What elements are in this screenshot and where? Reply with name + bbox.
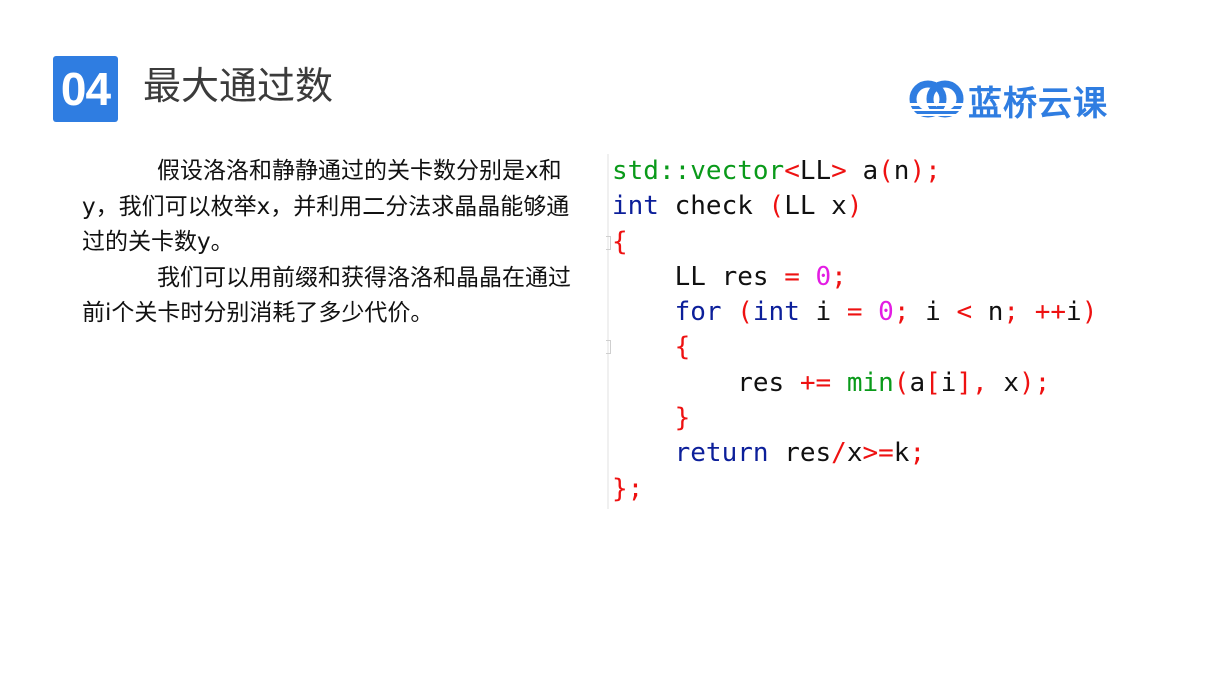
code-token: 0 xyxy=(878,297,894,328)
code-token: i xyxy=(1066,297,1082,328)
code-token: < xyxy=(956,297,973,328)
code-token: / xyxy=(831,438,847,469)
code-line: std::vector<LL> a(n); xyxy=(609,154,1129,189)
code-token: k xyxy=(893,438,910,469)
code-token: LL res xyxy=(612,261,785,292)
lanqiao-logo-icon xyxy=(909,80,964,118)
code-token: 0 xyxy=(815,261,832,292)
code-token: return xyxy=(674,438,769,469)
code-token: x xyxy=(987,367,1020,398)
code-token: x xyxy=(846,438,863,469)
code-token: i xyxy=(940,367,957,398)
code-token: ( xyxy=(737,297,753,328)
code-token: ; xyxy=(831,261,847,292)
code-token: min xyxy=(846,367,894,398)
fold-marker-icon xyxy=(606,236,611,250)
code-line: return res/x>=k; xyxy=(609,436,1129,471)
code-token: ); xyxy=(1019,367,1051,398)
section-number-badge: 04 xyxy=(53,56,118,122)
code-line: int check (LL x) xyxy=(609,189,1129,224)
code-token: ); xyxy=(909,156,941,186)
fold-marker-icon xyxy=(606,340,611,354)
code-token: std::vector xyxy=(612,156,785,186)
code-line: } xyxy=(609,401,1129,436)
code-token: }; xyxy=(612,473,644,504)
explanation-text: 假设洛洛和静静通过的关卡数分别是x和y，我们可以枚举x，并利用二分法求晶晶能够通… xyxy=(82,154,582,332)
code-line: for (int i = 0; i < n; ++i) xyxy=(609,295,1129,330)
code-token: ( xyxy=(768,191,785,222)
code-token: } xyxy=(674,403,691,434)
code-token: n xyxy=(972,297,1004,328)
code-token: ) xyxy=(1081,297,1098,328)
code-token: ; xyxy=(1003,297,1020,328)
code-token: int xyxy=(612,191,659,222)
logo-text: 蓝桥云课 xyxy=(968,83,1108,124)
code-token: = xyxy=(846,297,863,328)
code-token: ( xyxy=(893,367,910,398)
code-line: res += min(a[i], x); xyxy=(609,366,1129,401)
code-token: ( xyxy=(878,156,894,186)
code-token: LL xyxy=(799,156,832,186)
code-token: ], xyxy=(956,367,988,398)
code-token: ; xyxy=(909,438,926,469)
brand-logo: 蓝桥云课 xyxy=(908,78,1108,124)
code-block: std::vector<LL> a(n); int check (LL x){ L… xyxy=(606,154,1129,509)
code-token: i xyxy=(799,297,847,328)
code-token: > xyxy=(831,156,847,186)
code-token: ; xyxy=(893,297,910,328)
code-token: int xyxy=(752,297,800,328)
code-token: { xyxy=(612,226,628,257)
code-line: { xyxy=(609,225,1129,260)
code-token: = xyxy=(784,261,800,292)
code-line: { xyxy=(609,330,1129,365)
slide-title: 最大通过数 xyxy=(143,64,334,108)
code-token: [ xyxy=(925,367,941,398)
paragraph: 我们可以用前缀和获得洛洛和晶晶在通过前i个关卡时分别消耗了多少代价。 xyxy=(82,264,571,327)
code-token: for xyxy=(674,297,722,328)
code-line: }; xyxy=(609,472,1129,507)
code-token: res xyxy=(612,367,800,398)
code-token: LL x xyxy=(784,191,847,222)
code-token: ++ xyxy=(1034,297,1067,328)
code-line: LL res = 0; xyxy=(609,260,1129,295)
code-token: ) xyxy=(846,191,863,222)
code-token: a xyxy=(909,367,926,398)
code-token: i xyxy=(909,297,957,328)
code-token: += xyxy=(799,367,832,398)
code-token: >= xyxy=(862,438,894,469)
code-token: n xyxy=(893,156,910,186)
code-token: < xyxy=(784,156,800,186)
paragraph: 假设洛洛和静静通过的关卡数分别是x和y，我们可以枚举x，并利用二分法求晶晶能够通… xyxy=(82,158,570,255)
code-token: check xyxy=(658,191,769,222)
code-token: a xyxy=(846,156,879,186)
code-token: res xyxy=(768,438,832,469)
code-token: { xyxy=(674,332,691,363)
